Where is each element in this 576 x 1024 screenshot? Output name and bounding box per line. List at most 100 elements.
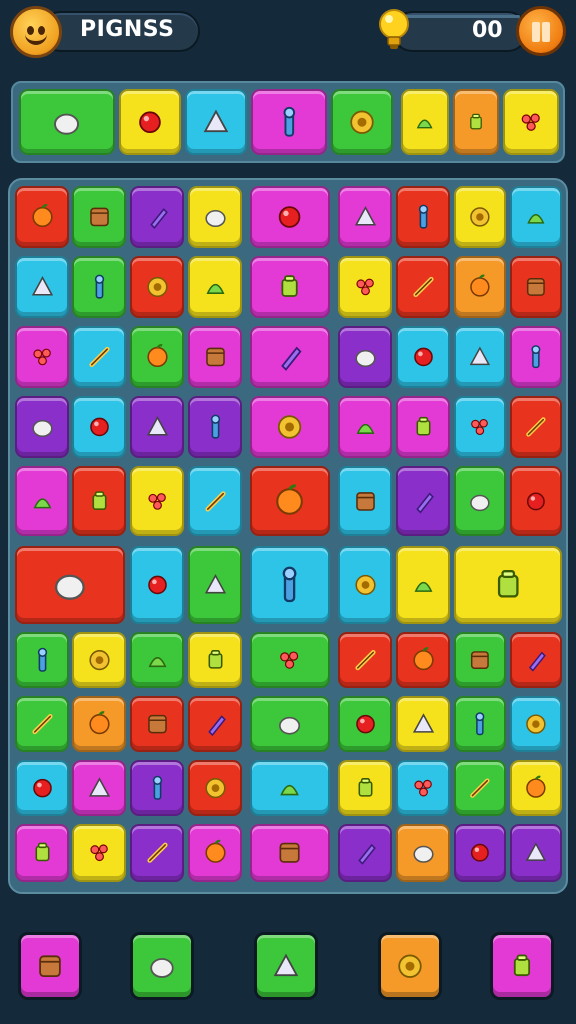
board-tile[interactable] [188, 396, 242, 458]
board-tile[interactable] [72, 466, 126, 536]
board-tile[interactable] [454, 696, 506, 752]
board-tile[interactable] [72, 632, 126, 688]
board-tile[interactable] [338, 546, 392, 624]
board-tile[interactable] [72, 696, 126, 752]
board-tile[interactable] [15, 326, 69, 388]
board-tile[interactable] [454, 256, 506, 318]
board-tile[interactable] [15, 696, 69, 752]
board-tile[interactable] [188, 186, 242, 248]
board-tile[interactable] [15, 256, 69, 318]
bottom-action-button[interactable] [490, 932, 554, 1000]
board-tile[interactable] [250, 396, 330, 458]
board-tile[interactable] [130, 824, 184, 882]
board-tile[interactable] [510, 696, 562, 752]
tray-item[interactable] [185, 89, 247, 155]
board-tile[interactable] [130, 326, 184, 388]
board-tile[interactable] [396, 466, 450, 536]
board-tile[interactable] [250, 824, 330, 882]
board-tile[interactable] [338, 186, 392, 248]
board-tile[interactable] [338, 256, 392, 318]
board-tile[interactable] [15, 546, 125, 624]
board-tile[interactable] [130, 466, 184, 536]
board-tile[interactable] [15, 632, 69, 688]
tray-item[interactable] [453, 89, 499, 155]
board-tile[interactable] [510, 326, 562, 388]
board-tile[interactable] [510, 824, 562, 882]
board-tile[interactable] [130, 696, 184, 752]
board-tile[interactable] [72, 256, 126, 318]
board-tile[interactable] [396, 760, 450, 816]
board-tile[interactable] [130, 396, 184, 458]
board-tile[interactable] [338, 824, 392, 882]
board-tile[interactable] [510, 466, 562, 536]
board-tile[interactable] [338, 632, 392, 688]
board-tile[interactable] [15, 760, 69, 816]
tray-item[interactable] [251, 89, 327, 155]
board-tile[interactable] [396, 326, 450, 388]
board-tile[interactable] [396, 186, 450, 248]
board-tile[interactable] [454, 760, 506, 816]
board-tile[interactable] [250, 466, 330, 536]
board-tile[interactable] [188, 632, 242, 688]
board-tile[interactable] [130, 760, 184, 816]
board-tile[interactable] [250, 186, 330, 248]
board-tile[interactable] [338, 696, 392, 752]
board-tile[interactable] [72, 326, 126, 388]
board-tile[interactable] [72, 760, 126, 816]
board-tile[interactable] [454, 824, 506, 882]
board-tile[interactable] [250, 696, 330, 752]
bottom-action-button[interactable] [18, 932, 82, 1000]
lightbulb-icon[interactable] [376, 8, 412, 52]
tray-item[interactable] [401, 89, 449, 155]
board-tile[interactable] [396, 256, 450, 318]
board-tile[interactable] [250, 326, 330, 388]
tray-item[interactable] [503, 89, 559, 155]
pause-button[interactable] [516, 6, 566, 56]
board-tile[interactable] [250, 632, 330, 688]
board-tile[interactable] [15, 186, 69, 248]
tray-item[interactable] [119, 89, 181, 155]
board-tile[interactable] [454, 632, 506, 688]
board-tile[interactable] [510, 256, 562, 318]
board-tile[interactable] [130, 632, 184, 688]
board-tile[interactable] [188, 696, 242, 752]
bottom-action-button[interactable] [130, 932, 194, 1000]
board-tile[interactable] [338, 396, 392, 458]
tray-item[interactable] [19, 89, 115, 155]
smiley-face-icon[interactable] [10, 6, 62, 58]
board-tile[interactable] [188, 256, 242, 318]
board-tile[interactable] [188, 546, 242, 624]
board-tile[interactable] [454, 396, 506, 458]
board-tile[interactable] [510, 760, 562, 816]
board-tile[interactable] [510, 186, 562, 248]
board-tile[interactable] [454, 326, 506, 388]
board-tile[interactable] [250, 760, 330, 816]
board-tile[interactable] [454, 466, 506, 536]
board-tile[interactable] [338, 466, 392, 536]
board-tile[interactable] [15, 466, 69, 536]
board-tile[interactable] [396, 546, 450, 624]
board-tile[interactable] [188, 466, 242, 536]
board-tile[interactable] [188, 760, 242, 816]
board-tile[interactable] [510, 632, 562, 688]
board-tile[interactable] [15, 824, 69, 882]
tray-item[interactable] [331, 89, 393, 155]
board-tile[interactable] [396, 632, 450, 688]
board-tile[interactable] [188, 824, 242, 882]
board-tile[interactable] [396, 696, 450, 752]
board-tile[interactable] [72, 186, 126, 248]
board-tile[interactable] [250, 256, 330, 318]
board-tile[interactable] [250, 546, 330, 624]
bottom-action-button[interactable] [378, 932, 442, 1000]
board-tile[interactable] [72, 824, 126, 882]
board-tile[interactable] [510, 396, 562, 458]
board-tile[interactable] [130, 186, 184, 248]
board-tile[interactable] [454, 546, 562, 624]
board-tile[interactable] [15, 396, 69, 458]
board-tile[interactable] [338, 326, 392, 388]
board-tile[interactable] [396, 824, 450, 882]
board-tile[interactable] [188, 326, 242, 388]
board-tile[interactable] [338, 760, 392, 816]
board-tile[interactable] [454, 186, 506, 248]
board-tile[interactable] [130, 256, 184, 318]
